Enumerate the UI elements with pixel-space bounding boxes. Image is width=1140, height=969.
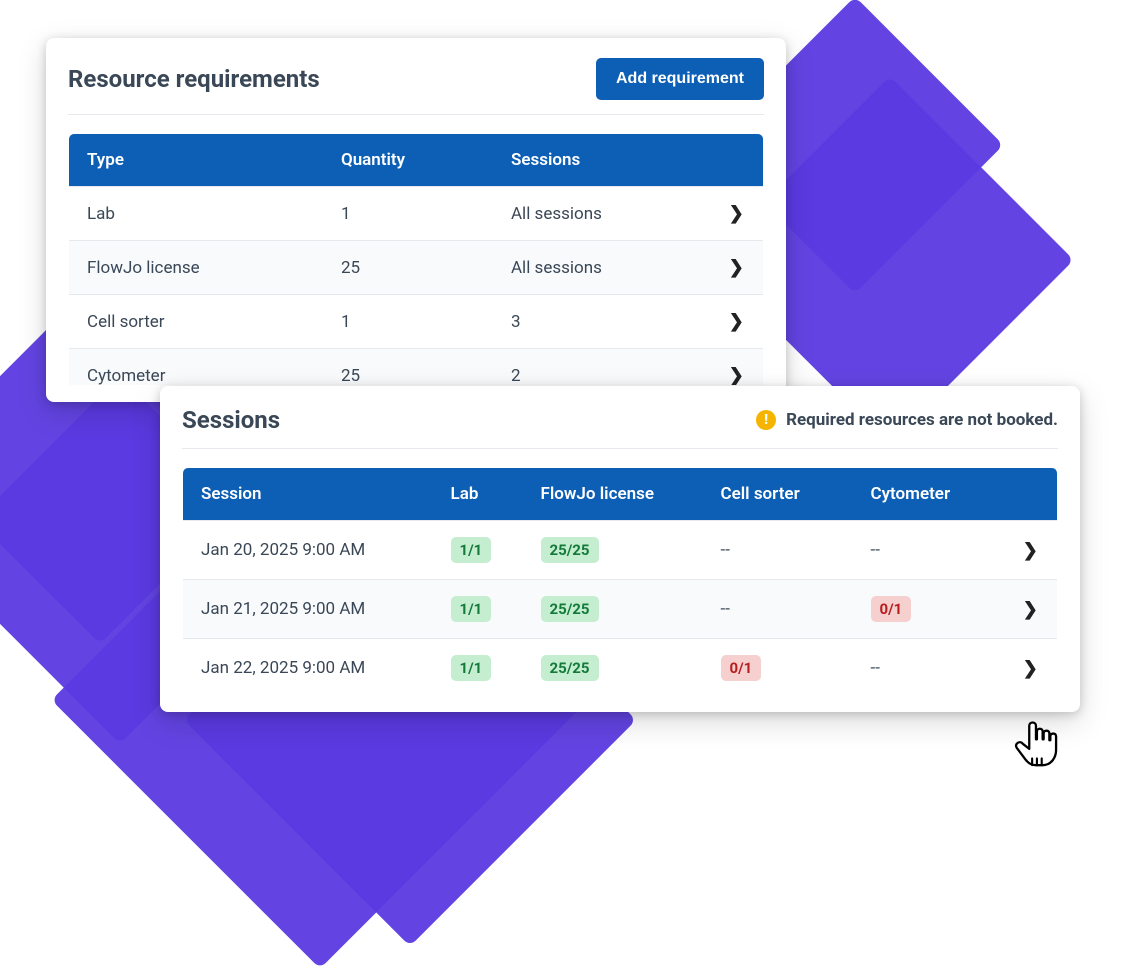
sessions-title: Sessions — [182, 406, 280, 434]
resource-requirements-card: Resource requirements Add requirement Ty… — [46, 38, 786, 402]
cell-sessions: 3 — [493, 295, 710, 349]
cell-lab: 1/1 — [433, 639, 523, 698]
chevron-right-icon[interactable]: ❯ — [729, 257, 744, 278]
cursor-hand-icon — [1012, 720, 1058, 772]
chevron-right-icon[interactable]: ❯ — [729, 203, 744, 224]
cell-type: FlowJo license — [69, 241, 323, 295]
status-badge: 25/25 — [541, 596, 599, 622]
requirements-title: Resource requirements — [68, 65, 320, 93]
cell-sessions: 2 — [493, 349, 710, 386]
sessions-warning-text: Required resources are not booked. — [786, 410, 1058, 430]
table-row[interactable]: Cell sorter13 ❯ — [69, 295, 764, 349]
cell-cell-sorter: -- — [703, 580, 853, 639]
col-flowjo: FlowJo license — [523, 468, 703, 521]
chevron-right-icon[interactable]: ❯ — [729, 311, 744, 332]
cell-type: Lab — [69, 187, 323, 241]
cell-lab: 1/1 — [433, 580, 523, 639]
empty-value: -- — [721, 599, 730, 619]
chevron-right-icon[interactable]: ❯ — [1023, 658, 1038, 679]
cell-quantity: 25 — [323, 349, 493, 386]
cell-cell-sorter: -- — [703, 521, 853, 580]
cell-flowjo: 25/25 — [523, 521, 703, 580]
status-badge: 1/1 — [451, 537, 492, 563]
col-session: Session — [183, 468, 433, 521]
requirements-table: Type Quantity Sessions Lab1All sessions ❯… — [68, 133, 764, 385]
warning-icon: ! — [756, 410, 776, 430]
sessions-table: Session Lab FlowJo license Cell sorter C… — [182, 467, 1058, 698]
col-quantity: Quantity — [323, 134, 493, 187]
cell-cytometer: -- — [853, 521, 1004, 580]
cell-lab: 1/1 — [433, 521, 523, 580]
cell-cytometer: -- — [853, 639, 1004, 698]
sessions-card: Sessions ! Required resources are not bo… — [160, 386, 1080, 712]
col-sessions: Sessions — [493, 134, 710, 187]
col-action — [1004, 468, 1058, 521]
table-row[interactable]: Cytometer252 ❯ — [69, 349, 764, 386]
add-requirement-button[interactable]: Add requirement — [596, 58, 764, 100]
table-row[interactable]: Jan 21, 2025 9:00 AM 1/1 25/25 -- 0/1 ❯ — [183, 580, 1058, 639]
col-lab: Lab — [433, 468, 523, 521]
cell-flowjo: 25/25 — [523, 580, 703, 639]
cell-cell-sorter: 0/1 — [703, 639, 853, 698]
status-badge: 0/1 — [871, 596, 912, 622]
cell-quantity: 25 — [323, 241, 493, 295]
sessions-warning: ! Required resources are not booked. — [756, 410, 1058, 430]
empty-value: -- — [721, 540, 730, 560]
empty-value: -- — [871, 658, 880, 678]
cell-session: Jan 20, 2025 9:00 AM — [183, 521, 433, 580]
col-type: Type — [69, 134, 323, 187]
cell-flowjo: 25/25 — [523, 639, 703, 698]
cell-type: Cell sorter — [69, 295, 323, 349]
col-cytometer: Cytometer — [853, 468, 1004, 521]
col-action — [710, 134, 764, 187]
cell-quantity: 1 — [323, 187, 493, 241]
cell-cytometer: 0/1 — [853, 580, 1004, 639]
table-row[interactable]: Jan 22, 2025 9:00 AM 1/1 25/25 0/1 -- ❯ — [183, 639, 1058, 698]
chevron-right-icon[interactable]: ❯ — [729, 365, 744, 385]
status-badge: 0/1 — [721, 655, 762, 681]
chevron-right-icon[interactable]: ❯ — [1023, 599, 1038, 620]
table-row[interactable]: Lab1All sessions ❯ — [69, 187, 764, 241]
table-row[interactable]: FlowJo license25All sessions ❯ — [69, 241, 764, 295]
cell-quantity: 1 — [323, 295, 493, 349]
empty-value: -- — [871, 540, 880, 560]
status-badge: 25/25 — [541, 655, 599, 681]
cell-session: Jan 21, 2025 9:00 AM — [183, 580, 433, 639]
table-row[interactable]: Jan 20, 2025 9:00 AM 1/1 25/25 -- -- ❯ — [183, 521, 1058, 580]
status-badge: 25/25 — [541, 537, 599, 563]
chevron-right-icon[interactable]: ❯ — [1023, 540, 1038, 561]
cell-sessions: All sessions — [493, 241, 710, 295]
col-cell-sorter: Cell sorter — [703, 468, 853, 521]
cell-type: Cytometer — [69, 349, 323, 386]
status-badge: 1/1 — [451, 655, 492, 681]
cell-session: Jan 22, 2025 9:00 AM — [183, 639, 433, 698]
cell-sessions: All sessions — [493, 187, 710, 241]
status-badge: 1/1 — [451, 596, 492, 622]
